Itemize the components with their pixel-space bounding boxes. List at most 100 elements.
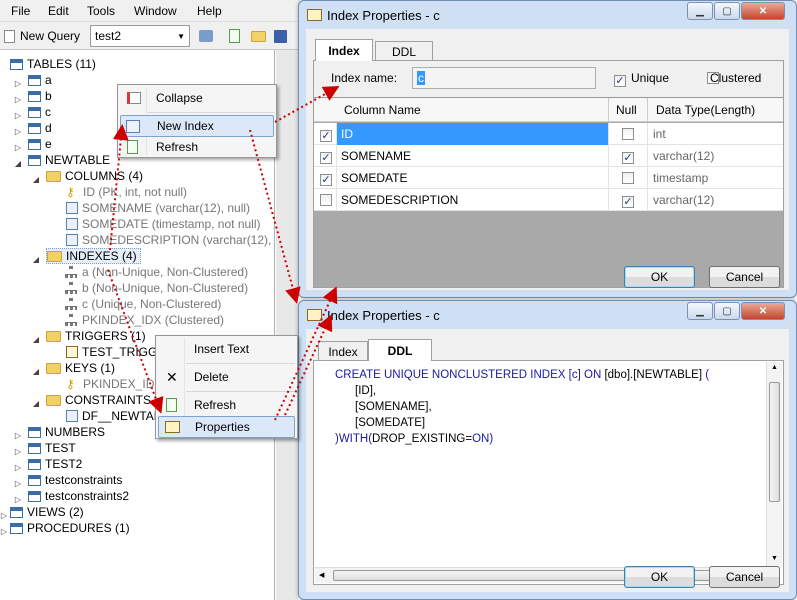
ddl-editor[interactable]: CREATE UNIQUE NONCLUSTERED INDEX [c] ON … bbox=[335, 367, 709, 447]
tree-node-table-d[interactable]: d bbox=[28, 120, 52, 136]
tree-node-numbers[interactable]: NUMBERS bbox=[28, 424, 105, 440]
menu-item-collapse[interactable]: Collapse bbox=[120, 87, 274, 109]
minimize-button[interactable]: ▁ bbox=[687, 302, 713, 320]
tree-node-key[interactable]: ⚷ PKINDEX_IDX bbox=[66, 376, 162, 392]
cancel-button[interactable]: Cancel bbox=[709, 266, 780, 288]
tables-folder-icon bbox=[10, 58, 23, 70]
row-select-checkbox[interactable] bbox=[320, 194, 332, 206]
tab-index[interactable]: Index bbox=[315, 39, 373, 61]
tree-node-test[interactable]: TEST bbox=[28, 440, 76, 456]
open-folder-icon[interactable] bbox=[248, 25, 268, 47]
collapse-icon[interactable]: ◢ bbox=[32, 336, 40, 344]
ok-button[interactable]: OK bbox=[624, 566, 695, 588]
vertical-scrollbar[interactable]: ▲ ▼ bbox=[766, 362, 782, 568]
tree-node-index-c[interactable]: c (Unique, Non-Clustered) bbox=[64, 296, 221, 312]
tree-node-index-a[interactable]: a (Non-Unique, Non-Clustered) bbox=[64, 264, 248, 280]
collapse-icon[interactable]: ◢ bbox=[32, 256, 40, 264]
tree-node-indexes[interactable]: INDEXES (4) bbox=[46, 248, 141, 264]
expand-icon[interactable]: ▷ bbox=[14, 80, 22, 88]
collapse-icon[interactable]: ◢ bbox=[14, 160, 22, 168]
menu-item-insert-text[interactable]: Insert Text bbox=[158, 338, 295, 360]
tree-node-tables[interactable]: TABLES (11) bbox=[10, 56, 96, 72]
tree-node-procedures[interactable]: PROCEDURES (1) bbox=[10, 520, 130, 536]
expand-icon[interactable]: ▷ bbox=[14, 448, 22, 456]
tree-node-index-b[interactable]: b (Non-Unique, Non-Clustered) bbox=[64, 280, 248, 296]
menu-tools[interactable]: Tools bbox=[87, 4, 115, 18]
expand-icon[interactable]: ▷ bbox=[14, 112, 22, 120]
collapse-icon[interactable]: ◢ bbox=[32, 368, 40, 376]
null-checkbox[interactable] bbox=[622, 172, 634, 184]
menu-help[interactable]: Help bbox=[197, 4, 222, 18]
collapse-icon[interactable]: ◢ bbox=[32, 176, 40, 184]
row-select-checkbox[interactable]: ✓ bbox=[320, 174, 332, 186]
row-select-checkbox[interactable]: ✓ bbox=[320, 130, 332, 142]
tree-node-keys[interactable]: KEYS (1) bbox=[46, 360, 115, 376]
ok-button[interactable]: OK bbox=[624, 266, 695, 288]
tree-node-column-id[interactable]: ⚷ ID (PK, int, not null) bbox=[66, 184, 187, 200]
menu-item-new-index[interactable]: New Index bbox=[120, 115, 274, 137]
maximize-button[interactable]: ▢ bbox=[714, 302, 740, 320]
tree-node-newtable[interactable]: NEWTABLE bbox=[28, 152, 110, 168]
expand-icon[interactable]: ▷ bbox=[14, 96, 22, 104]
tree-node-column-somedate[interactable]: SOMEDATE (timestamp, not null) bbox=[66, 216, 261, 232]
database-select[interactable]: test2 ▼ bbox=[90, 25, 190, 47]
unique-checkbox[interactable]: ✓ bbox=[614, 75, 626, 87]
expand-icon[interactable]: ▷ bbox=[14, 128, 22, 136]
expand-icon[interactable]: ▷ bbox=[14, 464, 22, 472]
null-checkbox[interactable]: ✓ bbox=[622, 152, 634, 164]
expand-icon[interactable]: ▷ bbox=[0, 512, 8, 520]
db-connect-icon[interactable] bbox=[196, 25, 216, 47]
close-button[interactable]: ✕ bbox=[741, 2, 785, 20]
index-name-field[interactable]: c bbox=[412, 67, 596, 89]
close-button[interactable]: ✕ bbox=[741, 302, 785, 320]
horizontal-scrollbar[interactable]: ◀ ▶ bbox=[315, 567, 767, 583]
maximize-button[interactable]: ▢ bbox=[714, 2, 740, 20]
tree-node-constraints[interactable]: CONSTRAINTS (1) bbox=[46, 392, 169, 408]
collapse-icon[interactable]: ◢ bbox=[32, 400, 40, 408]
tree-node-triggers[interactable]: TRIGGERS (1) bbox=[46, 328, 146, 344]
null-checkbox[interactable] bbox=[622, 128, 634, 140]
tree-node-testconstraints2[interactable]: testconstraints2 bbox=[28, 488, 129, 504]
tree-node-table-e[interactable]: e bbox=[28, 136, 52, 152]
tab-ddl[interactable]: DDL bbox=[375, 41, 433, 61]
tab-ddl[interactable]: DDL bbox=[368, 339, 432, 361]
tree-node-columns[interactable]: COLUMNS (4) bbox=[46, 168, 143, 184]
menu-window[interactable]: Window bbox=[134, 4, 177, 18]
tree-node-index-pkindex[interactable]: PKINDEX_IDX (Clustered) bbox=[64, 312, 224, 328]
tree-node-column-somename[interactable]: SOMENAME (varchar(12), null) bbox=[66, 200, 250, 216]
expand-icon[interactable]: ▷ bbox=[14, 432, 22, 440]
menu-item-properties[interactable]: Properties bbox=[158, 416, 295, 438]
menu-file[interactable]: File bbox=[11, 4, 30, 18]
table-icon bbox=[28, 474, 41, 486]
new-query-button[interactable]: New Query bbox=[2, 25, 82, 47]
row-select-checkbox[interactable]: ✓ bbox=[320, 152, 332, 164]
grid-row[interactable]: ✓ SOMENAME ✓ varchar(12) bbox=[314, 145, 783, 167]
tree-node-views[interactable]: VIEWS (2) bbox=[10, 504, 84, 520]
cancel-button[interactable]: Cancel bbox=[709, 566, 780, 588]
expand-icon[interactable]: ▷ bbox=[14, 496, 22, 504]
grid-row[interactable]: ✓ ID int bbox=[314, 123, 783, 145]
grid-row[interactable]: SOMEDESCRIPTION ✓ varchar(12) bbox=[314, 189, 783, 211]
tab-index[interactable]: Index bbox=[318, 341, 368, 361]
grid-row[interactable]: ✓ SOMEDATE timestamp bbox=[314, 167, 783, 189]
menu-item-delete[interactable]: ✕ Delete bbox=[158, 366, 295, 388]
null-checkbox[interactable]: ✓ bbox=[622, 196, 634, 208]
tree-node-testconstraints[interactable]: testconstraints bbox=[28, 472, 122, 488]
tree-node-table-a[interactable]: a bbox=[28, 72, 52, 88]
menu-item-label: Collapse bbox=[156, 91, 203, 105]
delete-icon: ✕ bbox=[166, 368, 178, 385]
expand-icon[interactable]: ▷ bbox=[0, 528, 8, 536]
expand-icon[interactable]: ▷ bbox=[14, 480, 22, 488]
tree-node-table-b[interactable]: b bbox=[28, 88, 52, 104]
tree-node-table-c[interactable]: c bbox=[28, 104, 51, 120]
expand-icon[interactable]: ▷ bbox=[14, 144, 22, 152]
menu-edit[interactable]: Edit bbox=[48, 4, 69, 18]
menu-item-refresh[interactable]: Refresh bbox=[120, 136, 274, 158]
minimize-button[interactable]: ▁ bbox=[687, 2, 713, 20]
save-icon[interactable] bbox=[270, 25, 290, 47]
tree-node-column-somedescription[interactable]: SOMEDESCRIPTION (varchar(12), null bbox=[66, 232, 274, 248]
tree-node-test2[interactable]: TEST2 bbox=[28, 456, 82, 472]
refresh-doc-icon[interactable] bbox=[224, 25, 244, 47]
menu-item-refresh[interactable]: Refresh bbox=[158, 394, 295, 416]
scroll-thumb[interactable] bbox=[769, 382, 780, 502]
